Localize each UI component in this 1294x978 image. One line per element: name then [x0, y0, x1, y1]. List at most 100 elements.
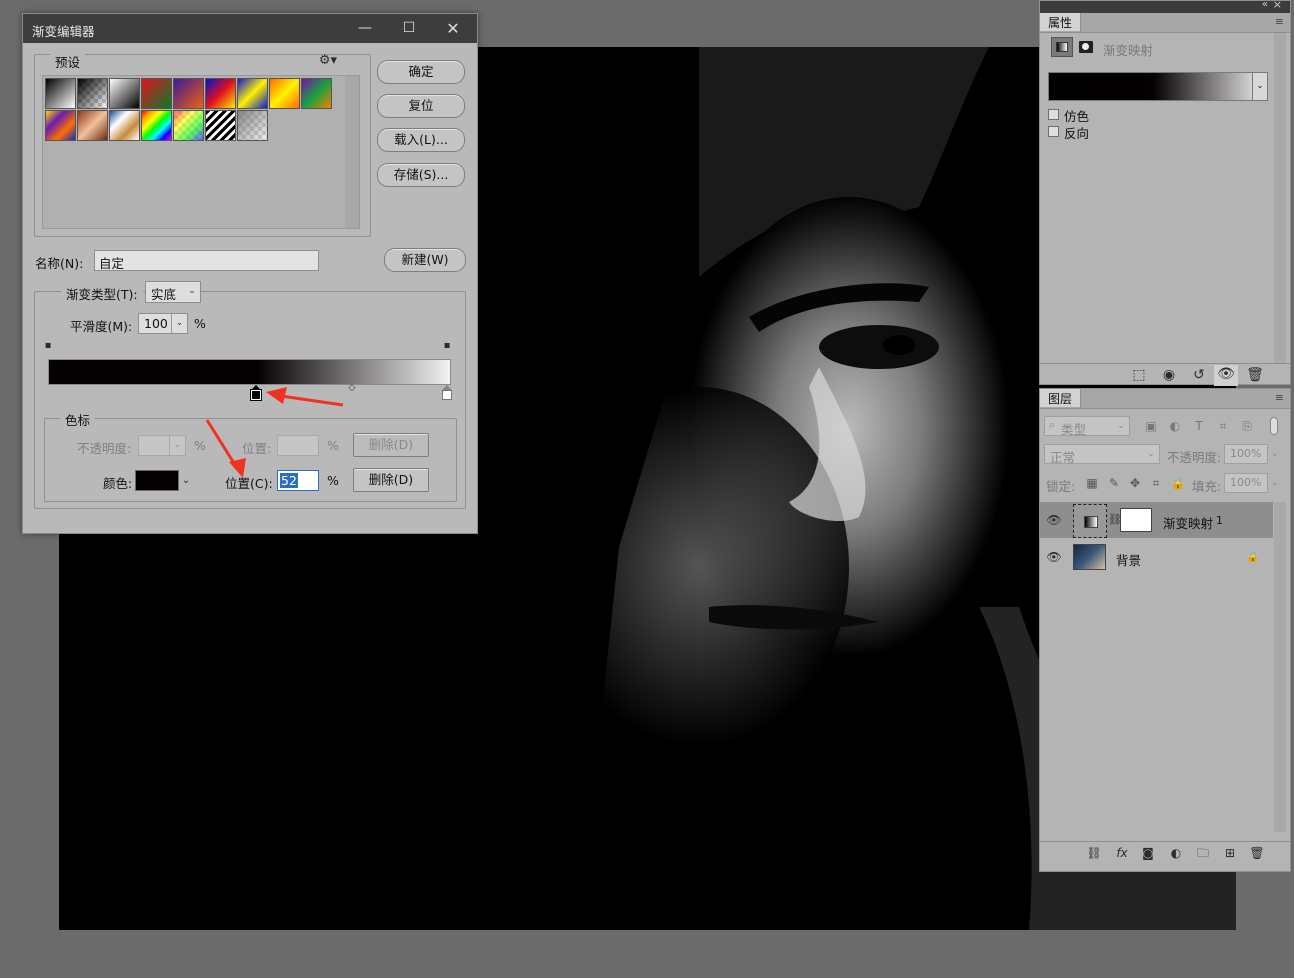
lock-transparent-icon[interactable]: ▦ [1084, 474, 1100, 492]
gradient-map-preview[interactable] [1048, 72, 1268, 101]
reverse-checkbox[interactable] [1048, 126, 1059, 137]
eye-icon[interactable]: 👁 [1046, 548, 1062, 566]
preset-swatch-violet-green-orange[interactable] [301, 78, 332, 109]
view-previous-state-icon[interactable]: ◉ [1158, 366, 1180, 384]
filter-smart-object-icon[interactable]: ⎘ [1239, 417, 1255, 435]
ok-button[interactable]: 确定 [377, 60, 465, 84]
blend-mode-select[interactable]: 正常 ⌄ [1044, 444, 1160, 465]
clip-to-layer-icon[interactable]: ⬚ [1128, 366, 1150, 384]
filter-type-icon[interactable]: T [1191, 417, 1207, 435]
opacity-percent: % [194, 438, 206, 453]
preset-swatch-chrome[interactable] [109, 110, 140, 141]
preset-swatch-white-black[interactable] [109, 78, 140, 109]
layers-scrollbar[interactable] [1274, 502, 1286, 832]
delete-color-stop-button[interactable]: 删除(D) [353, 468, 429, 492]
lock-all-icon[interactable]: 🔒 [1170, 474, 1186, 492]
smoothness-value: 100 [144, 316, 168, 331]
search-icon: ⌕ [1049, 418, 1056, 431]
preset-swatch-neutral-density[interactable] [237, 110, 268, 141]
preset-swatch-black-transparent[interactable] [77, 78, 108, 109]
layer-filter-select[interactable]: ⌕ 类型 ⌄ [1044, 416, 1130, 437]
new-group-icon[interactable]: 🗀 [1193, 844, 1213, 862]
reset-button[interactable]: 复位 [377, 94, 465, 118]
filter-pixel-icon[interactable]: ▣ [1143, 417, 1159, 435]
presets-scrollbar[interactable] [345, 76, 359, 228]
filter-shape-icon[interactable]: ⌗ [1215, 417, 1231, 435]
mask-icon[interactable] [1079, 41, 1093, 53]
layer-name-background: 背景 [1116, 553, 1142, 568]
tab-properties[interactable]: 属性 [1040, 13, 1082, 31]
preset-swatch-transparent-stripes[interactable] [205, 110, 236, 141]
minimize-icon[interactable]: — [343, 14, 387, 43]
gradient-map-icon[interactable] [1051, 37, 1073, 57]
new-adjustment-icon[interactable]: ◐ [1166, 844, 1186, 862]
properties-panel: « × 属性 ≡ 渐变映射 ⌄ 仿色 反向 ⬚ ◉ ↺ 👁 🗑 [1039, 0, 1291, 386]
panel-header-bar: « × [1040, 0, 1290, 13]
close-panel-icon[interactable]: × [1273, 0, 1282, 11]
layers-menu-icon[interactable]: ≡ [1275, 391, 1284, 404]
lock-image-icon[interactable]: ✎ [1106, 474, 1122, 492]
load-button[interactable]: 载入(L)... [377, 128, 465, 152]
location-input[interactable]: 52 [277, 470, 319, 491]
layer-row-gradient-map[interactable]: 👁 ⛓ 渐变映射 1 [1040, 502, 1273, 538]
panel-menu-icon[interactable]: ≡ [1275, 15, 1284, 28]
smoothness-select[interactable]: 100 ⌄ [138, 313, 188, 334]
fill-input[interactable]: 100% [1224, 473, 1268, 493]
layer-row-background[interactable]: 👁 背景 🔒 [1040, 539, 1273, 575]
layer-name-gradient-map: 渐变映射 [1163, 516, 1214, 531]
background-thumbnail [1073, 544, 1106, 570]
presets-list[interactable] [42, 75, 360, 229]
presets-gear-icon[interactable]: ⚙▾ [317, 52, 339, 70]
preset-swatch-yellow-violet-orange-blue[interactable] [45, 110, 76, 141]
maximize-icon[interactable]: ☐ [387, 14, 431, 43]
dither-checkbox[interactable] [1048, 109, 1059, 120]
color-chevron-down-icon[interactable]: ⌄ [180, 472, 192, 490]
gradient-type-select[interactable]: 实底 ⌄ [145, 281, 201, 303]
save-button[interactable]: 存储(S)... [377, 163, 465, 187]
preset-swatch-red-green[interactable] [141, 78, 172, 109]
color-stop-white[interactable] [442, 385, 453, 402]
add-mask-icon[interactable]: ◙ [1138, 844, 1158, 862]
location-value: 52 [280, 473, 298, 488]
dialog-title-bar[interactable]: 渐变编辑器 — ☐ ✕ [23, 14, 477, 43]
link-icon[interactable]: ⛓ [1108, 511, 1122, 529]
reset-adjustments-icon[interactable]: ↺ [1188, 366, 1210, 384]
delete-adjustment-icon[interactable]: 🗑 [1244, 366, 1266, 384]
layer-mask-thumbnail[interactable] [1120, 508, 1152, 532]
name-input[interactable]: 自定 [94, 250, 319, 271]
delete-layer-icon[interactable]: 🗑 [1247, 844, 1267, 862]
color-swatch[interactable] [135, 470, 179, 491]
filter-toggle-switch[interactable] [1270, 417, 1278, 435]
new-button[interactable]: 新建(W) [384, 248, 466, 272]
preset-swatch-spectrum[interactable] [141, 110, 172, 141]
preset-swatch-orange-yellow-orange[interactable] [269, 78, 300, 109]
filter-adjustment-icon[interactable]: ◐ [1167, 417, 1183, 435]
opacity-chevron-icon[interactable]: ⌄ [1269, 445, 1281, 463]
properties-title: 渐变映射 [1103, 43, 1154, 58]
name-label: 名称(N): [35, 256, 84, 271]
properties-scrollbar[interactable] [1274, 33, 1286, 363]
lock-artboard-icon[interactable]: ⌗ [1148, 474, 1164, 492]
fx-icon[interactable]: fx [1112, 844, 1132, 862]
layer-opacity-input[interactable]: 100% [1224, 444, 1268, 464]
lock-position-icon[interactable]: ✥ [1127, 474, 1143, 492]
preset-swatch-copper[interactable] [77, 110, 108, 141]
collapse-icon[interactable]: « [1262, 0, 1268, 10]
new-layer-icon[interactable]: ⊞ [1220, 844, 1240, 862]
close-icon[interactable]: ✕ [431, 14, 475, 43]
fill-value: 100% [1230, 476, 1262, 489]
preset-swatch-black-white[interactable] [45, 78, 76, 109]
opacity-stop-right[interactable]: ▪ [442, 340, 452, 354]
gradient-picker-chevron-icon[interactable]: ⌄ [1252, 72, 1268, 101]
preset-swatch-blue-yellow-blue[interactable] [237, 78, 268, 109]
fill-chevron-icon[interactable]: ⌄ [1269, 474, 1281, 492]
fill-label: 填充: [1192, 479, 1222, 494]
link-layers-icon[interactable]: ⛓ [1084, 844, 1104, 862]
preset-swatch-blue-red-yellow[interactable] [205, 78, 236, 109]
preset-swatch-violet-orange[interactable] [173, 78, 204, 109]
eye-icon[interactable]: 👁 [1046, 511, 1062, 529]
visibility-toggle-icon[interactable]: 👁 [1214, 365, 1238, 386]
preset-swatch-transparent-rainbow[interactable] [173, 110, 204, 141]
opacity-stop-left[interactable]: ▪ [43, 340, 53, 354]
tab-layers[interactable]: 图层 [1040, 389, 1082, 407]
